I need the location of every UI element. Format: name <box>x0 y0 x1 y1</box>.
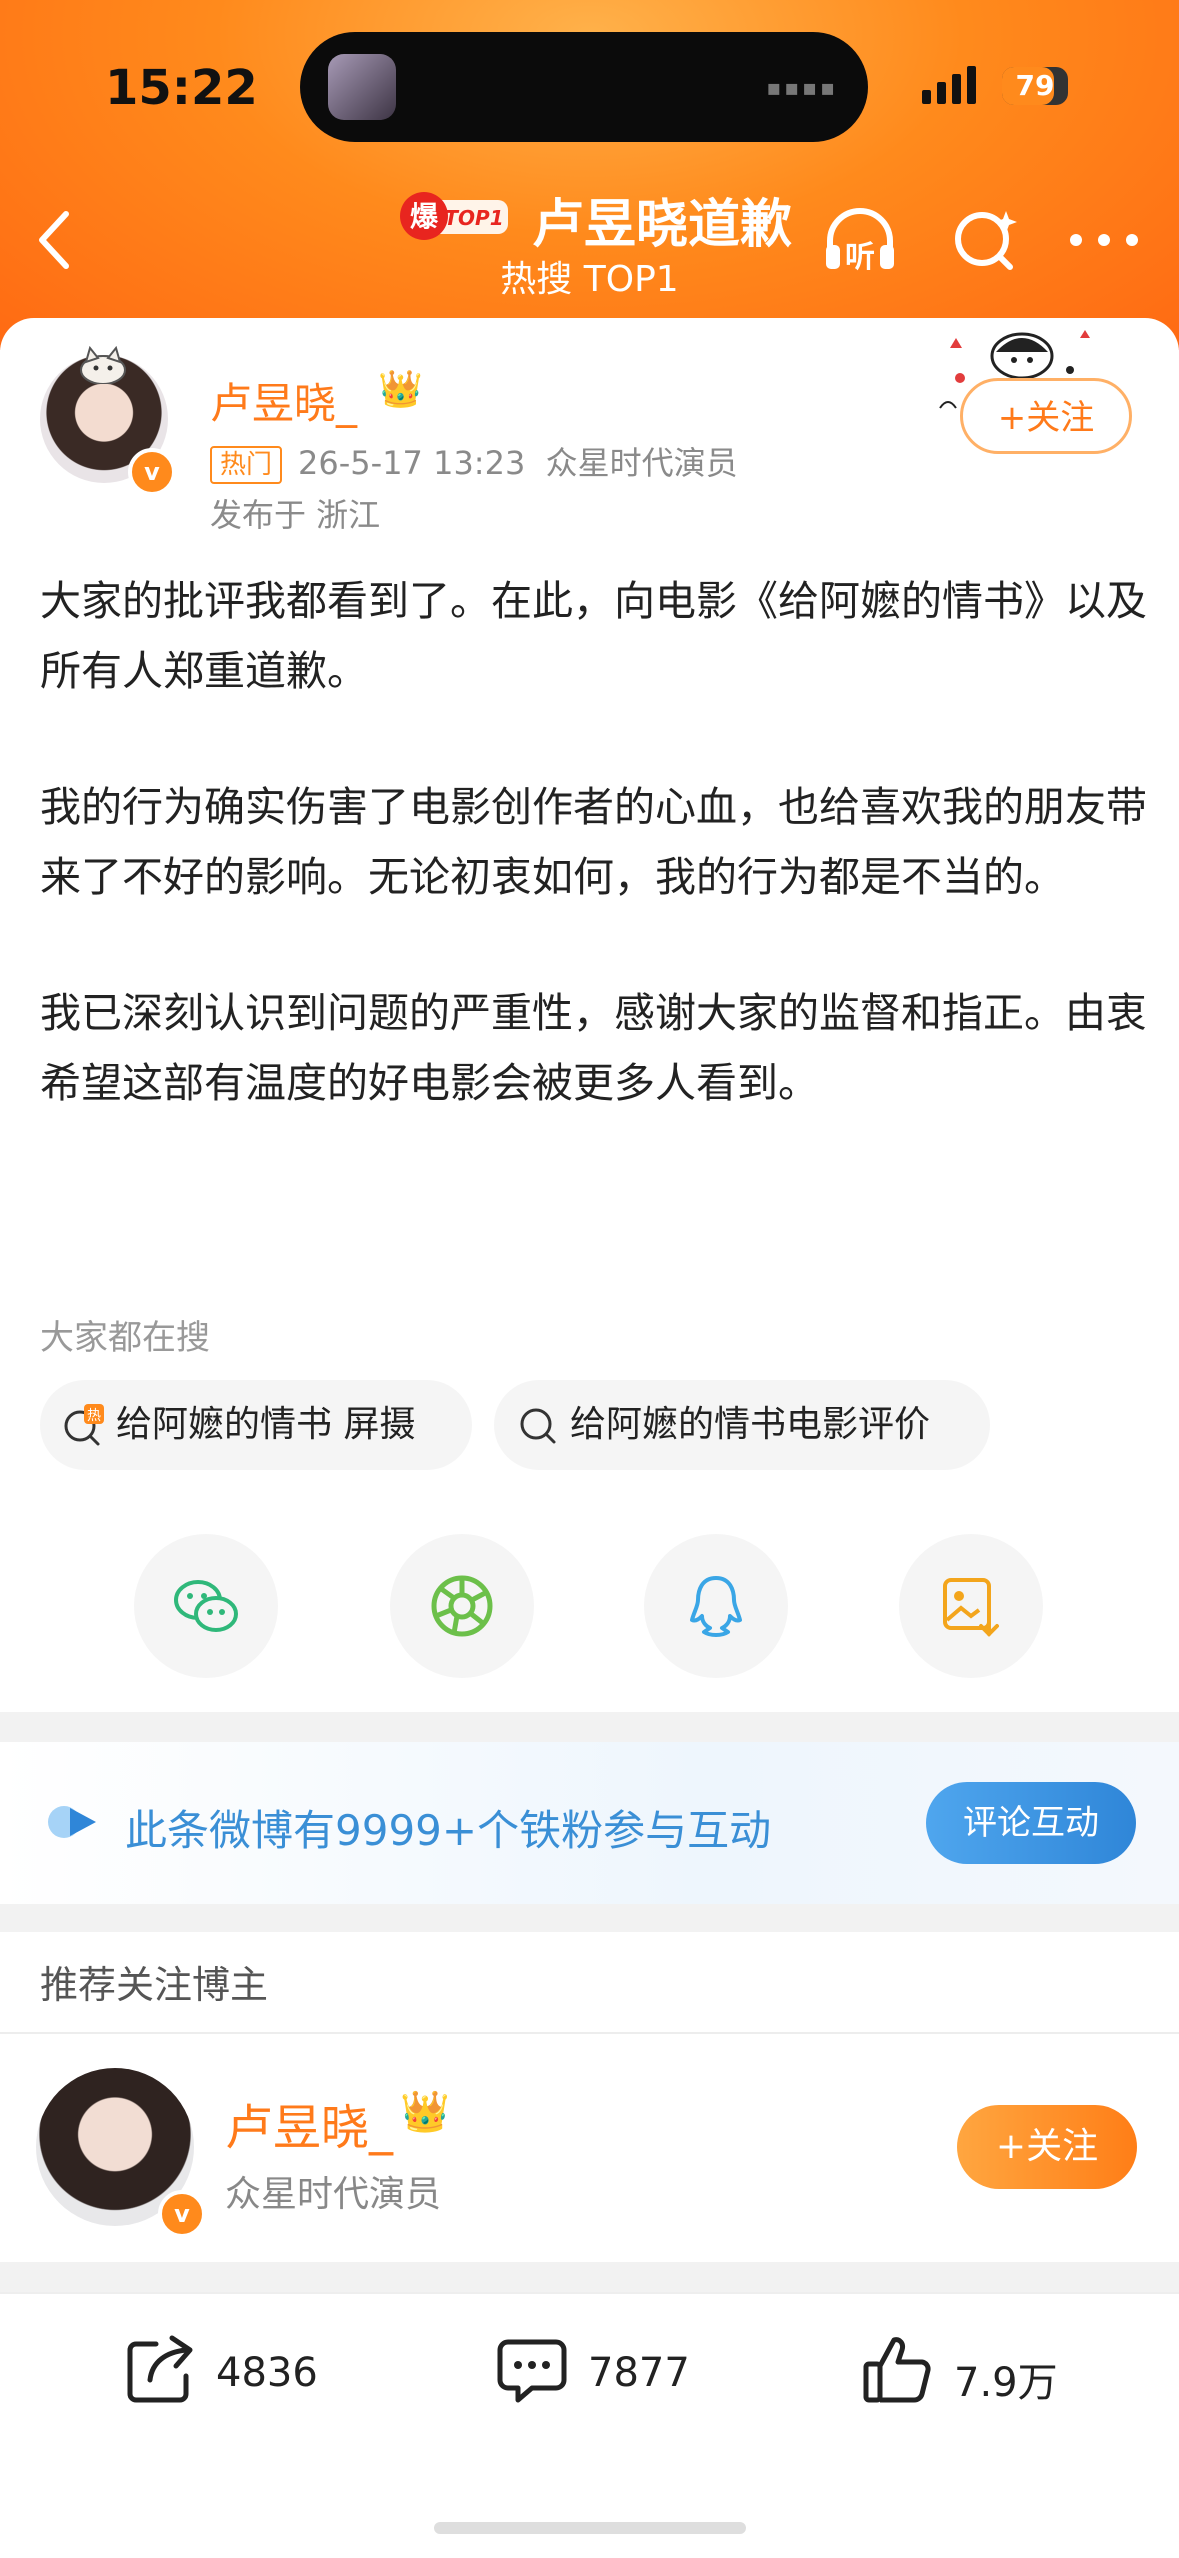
fans-text: 此条微博有9999+个铁粉参与互动 <box>125 1806 772 1855</box>
more-icon[interactable] <box>1064 205 1144 275</box>
post-paragraph: 我的行为确实伤害了电影创作者的心血，也给喜欢我的朋友带来了不好的影响。无论初衷如… <box>40 783 1147 901</box>
post-source: 众星时代演员 <box>545 444 738 482</box>
like-button[interactable]: 7.9万 <box>858 2330 1088 2420</box>
post-paragraph: 大家的批评我都看到了。在此，向电影《给阿嬷的情书》以及所有人郑重道歉。 <box>40 577 1147 695</box>
fans-badge-icon <box>48 1806 96 1838</box>
bottom-action-bar: 4836 7877 7.9万 <box>0 2292 1179 2558</box>
page-title: 卢昱晓道歉 <box>532 195 793 255</box>
badge-char: 爆 <box>410 200 439 233</box>
repost-icon <box>127 2335 193 2403</box>
fans-interaction-banner[interactable]: 此条微博有9999+个铁粉参与互动 评论互动 <box>0 1742 1179 1904</box>
thumbs-up-icon <box>863 2337 931 2403</box>
verified-badge-icon: v <box>158 2190 206 2238</box>
cat-decoration-icon <box>80 346 126 384</box>
qq-icon <box>690 1576 742 1637</box>
headphones-icon[interactable]: 听 <box>820 205 900 275</box>
battery-indicator: 79 <box>1002 67 1068 105</box>
recommended-name[interactable]: 卢昱晓_ <box>225 2088 393 2158</box>
crown-icon: 👑 <box>400 2089 450 2135</box>
like-count: 7.9万 <box>954 2360 1058 2406</box>
save-image-button[interactable] <box>899 1534 1043 1678</box>
home-indicator[interactable] <box>434 2522 746 2534</box>
post-content: 大家的批评我都看到了。在此，向电影《给阿嬷的情书》以及所有人郑重道歉。 我的行为… <box>40 566 1150 1184</box>
search-chip-label: 给阿嬷的情书 屏摄 <box>116 1404 416 1445</box>
crown-icon: 👑 <box>378 369 423 410</box>
post-datetime: 26-5-17 13:23 <box>298 444 526 482</box>
hot-tag: 热门 <box>210 446 283 484</box>
search-icon <box>520 1408 556 1444</box>
share-moments-button[interactable] <box>390 1534 534 1678</box>
trending-search-title: 大家都在搜 <box>40 1318 210 1358</box>
recommended-follow-button[interactable]: +关注 <box>957 2105 1137 2189</box>
recommend-title: 推荐关注博主 <box>40 1963 269 2007</box>
share-wechat-button[interactable] <box>134 1534 278 1678</box>
badge-tag: TOP1 <box>444 206 503 230</box>
battery-percent: 79 <box>1015 69 1055 102</box>
recommended-description: 众星时代演员 <box>225 2174 442 2215</box>
signal-icon <box>922 66 976 104</box>
hot-search-icon: 热 <box>64 1404 104 1446</box>
divider-line <box>0 2032 1179 2034</box>
svg-text:热: 热 <box>87 1408 101 1424</box>
author-name[interactable]: 卢昱晓_ <box>210 370 357 431</box>
wechat-icon <box>174 1580 238 1632</box>
search-chip[interactable]: 给阿嬷的情书电影评价 <box>494 1380 990 1470</box>
section-divider <box>0 1712 1179 1742</box>
listen-label: 听 <box>845 240 875 275</box>
verified-badge-icon: v <box>128 448 176 496</box>
dynamic-island[interactable]: ▪▪▪▪ <box>300 32 868 142</box>
search-icon[interactable] <box>948 205 1028 275</box>
hot-top-badge: 爆 TOP1 <box>400 192 508 240</box>
search-chip-label: 给阿嬷的情书电影评价 <box>570 1404 931 1445</box>
follow-button[interactable]: +关注 <box>960 378 1132 454</box>
comment-count: 7877 <box>588 2350 690 2396</box>
repost-button[interactable]: 4836 <box>120 2330 350 2420</box>
share-qq-button[interactable] <box>644 1534 788 1678</box>
status-time: 15:22 <box>105 60 258 116</box>
post-location: 发布于 浙江 <box>210 496 381 534</box>
comment-button[interactable]: 7877 <box>492 2330 722 2420</box>
post-paragraph: 我已深刻认识到问题的严重性，感谢大家的监督和指正。由衷希望这部有温度的好电影会被… <box>40 989 1147 1107</box>
post-meta: 热门 26-5-17 13:23 众星时代演员 <box>210 438 738 484</box>
search-chip[interactable]: 热 给阿嬷的情书 屏摄 <box>40 1380 472 1470</box>
section-divider <box>0 1904 1179 1932</box>
comment-icon <box>497 2339 567 2403</box>
section-divider <box>0 2262 1179 2292</box>
now-playing-thumbnail <box>328 54 396 120</box>
top-banner: 15:22 ▪▪▪▪ 79 爆 TOP1 卢昱晓道歉 热搜 TOP1 听 <box>0 0 1179 350</box>
save-image-icon <box>943 1578 999 1637</box>
moments-icon <box>431 1575 493 1637</box>
repost-count: 4836 <box>216 2350 318 2396</box>
audio-wave-icon: ▪▪▪▪ <box>766 76 838 101</box>
comment-interact-button[interactable]: 评论互动 <box>926 1782 1136 1864</box>
